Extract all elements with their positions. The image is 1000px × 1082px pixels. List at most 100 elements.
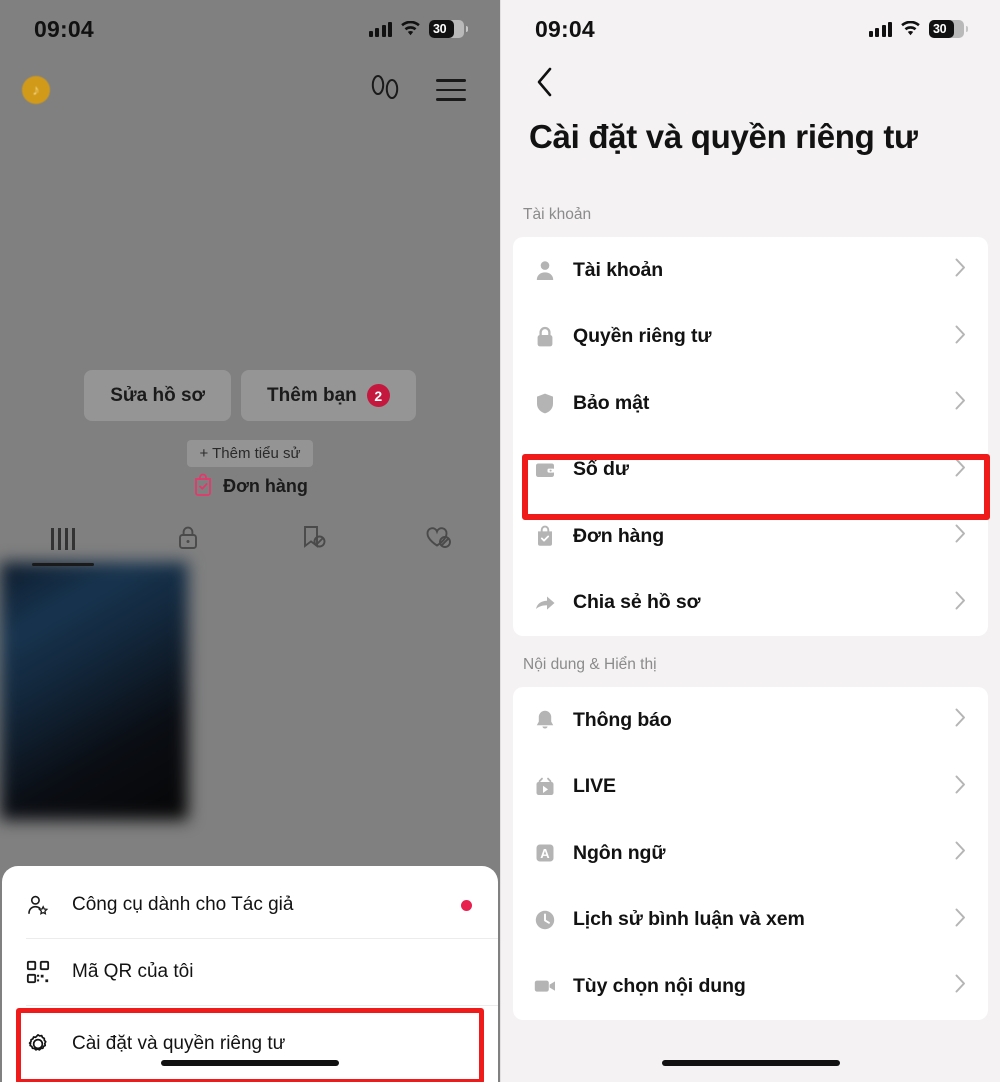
settings-row-privacy[interactable]: Quyền riêng tư bbox=[513, 304, 988, 371]
creator-tools-icon bbox=[26, 893, 50, 917]
status-indicators: 30 bbox=[368, 20, 468, 38]
cellular-signal-icon bbox=[368, 21, 392, 37]
lock-icon bbox=[175, 523, 201, 556]
chevron-right-icon bbox=[955, 908, 966, 932]
status-bar-left: 09:04 30 bbox=[0, 0, 500, 58]
settings-row-label: Tùy chọn nội dung bbox=[573, 974, 746, 997]
settings-card: Thông báo LIVE A Ngôn ngữ Lịch sử bình l… bbox=[513, 687, 988, 1020]
chevron-right-icon bbox=[955, 391, 966, 415]
add-friends-button[interactable]: Thêm bạn 2 bbox=[241, 370, 416, 421]
lock-icon bbox=[533, 325, 557, 349]
add-friends-label: Thêm bạn bbox=[267, 384, 357, 406]
back-button[interactable] bbox=[523, 62, 567, 106]
settings-row-live[interactable]: LIVE bbox=[513, 754, 988, 821]
chevron-right-icon bbox=[955, 524, 966, 548]
hamburger-menu-icon[interactable] bbox=[436, 79, 466, 101]
settings-row-label: Số dư bbox=[573, 458, 629, 481]
settings-row-content-preferences[interactable]: Tùy chọn nội dung bbox=[513, 953, 988, 1020]
edit-profile-label: Sửa hồ sơ bbox=[110, 384, 206, 406]
wifi-icon bbox=[900, 20, 921, 37]
status-time: 09:04 bbox=[535, 15, 595, 42]
right-phone-panel: 09:04 30 Cài đặt và quyền riêng tư Tài k… bbox=[500, 0, 1000, 1082]
add-bio-label: + Thêm tiểu sử bbox=[187, 440, 313, 467]
tiktok-coin-icon[interactable]: ♪ bbox=[22, 76, 50, 104]
add-bio-button[interactable]: + Thêm tiểu sử bbox=[0, 440, 500, 467]
svg-text:A: A bbox=[540, 846, 550, 861]
video-camera-icon bbox=[533, 974, 557, 998]
active-tab-underline bbox=[31, 563, 94, 566]
settings-row-account[interactable]: Tài khoản bbox=[513, 237, 988, 304]
shopping-bag-icon bbox=[533, 524, 557, 548]
settings-row-orders[interactable]: Đơn hàng bbox=[513, 503, 988, 570]
share-arrow-icon bbox=[533, 591, 557, 615]
wifi-icon bbox=[400, 20, 421, 37]
settings-row-label: Đơn hàng bbox=[573, 524, 665, 547]
saved-tab[interactable] bbox=[250, 512, 375, 566]
shield-icon bbox=[533, 391, 557, 415]
settings-row-label: Quyền riêng tư bbox=[573, 325, 712, 348]
status-indicators: 30 bbox=[868, 20, 968, 38]
bell-icon bbox=[533, 708, 557, 732]
profile-tab-bar bbox=[0, 512, 500, 566]
video-thumbnail[interactable] bbox=[0, 562, 188, 820]
settings-row-comment-watch-history[interactable]: Lịch sử bình luận và xem bbox=[513, 887, 988, 954]
home-indicator-right bbox=[661, 1060, 840, 1066]
sheet-item-label: Mã QR của tôi bbox=[72, 961, 194, 982]
section-label: Tài khoản bbox=[523, 206, 592, 223]
battery-percent: 30 bbox=[433, 22, 447, 36]
profile-topbar: ♪ bbox=[0, 62, 500, 118]
sheet-item-qr-code[interactable]: Mã QR của tôi bbox=[2, 939, 498, 1005]
settings-row-label: Thông báo bbox=[573, 708, 672, 731]
chevron-right-icon bbox=[955, 708, 966, 732]
cellular-signal-icon bbox=[868, 21, 892, 37]
grid-icon bbox=[50, 528, 75, 550]
profile-action-row: Sửa hồ sơ Thêm bạn 2 bbox=[0, 370, 500, 421]
posts-tab[interactable] bbox=[0, 512, 125, 566]
chevron-right-icon bbox=[955, 258, 966, 282]
sheet-item-label: Cài đặt và quyền riêng tư bbox=[72, 1033, 286, 1054]
sheet-item-settings-privacy[interactable]: Cài đặt và quyền riêng tư bbox=[2, 1006, 498, 1082]
footsteps-icon[interactable] bbox=[368, 73, 402, 108]
section-label: Nội dung & Hiển thị bbox=[523, 656, 657, 673]
settings-section-content-display: Nội dung & Hiển thị Thông báo LIVE A Ngô… bbox=[501, 656, 1000, 1020]
gear-icon bbox=[26, 1032, 50, 1056]
settings-row-label: Lịch sử bình luận và xem bbox=[573, 908, 805, 931]
orders-label: Đơn hàng bbox=[223, 476, 308, 496]
battery-icon: 30 bbox=[929, 20, 968, 38]
clock-icon bbox=[533, 908, 557, 932]
settings-row-notifications[interactable]: Thông báo bbox=[513, 687, 988, 754]
settings-row-balance[interactable]: Số dư bbox=[513, 437, 988, 504]
settings-row-label: Bảo mật bbox=[573, 391, 650, 414]
language-icon: A bbox=[533, 841, 557, 865]
liked-tab[interactable] bbox=[375, 512, 500, 566]
settings-row-security[interactable]: Bảo mật bbox=[513, 370, 988, 437]
settings-row-label: Ngôn ngữ bbox=[573, 841, 666, 864]
chevron-right-icon bbox=[955, 775, 966, 799]
sheet-item-label: Công cụ dành cho Tác giả bbox=[72, 894, 294, 915]
bookmark-hidden-icon bbox=[298, 523, 328, 556]
dual-phone-screenshot: 09:04 30 ♪ Sửa hồ sơ Thêm bạn 2 + Thêm t… bbox=[0, 0, 1000, 1082]
edit-profile-button[interactable]: Sửa hồ sơ bbox=[84, 370, 232, 421]
sheet-item-creator-tools[interactable]: Công cụ dành cho Tác giả bbox=[2, 872, 498, 938]
wallet-icon bbox=[533, 458, 557, 482]
chevron-right-icon bbox=[955, 591, 966, 615]
chevron-right-icon bbox=[955, 325, 966, 349]
chevron-right-icon bbox=[955, 841, 966, 865]
private-tab[interactable] bbox=[125, 512, 250, 566]
left-phone-panel: 09:04 30 ♪ Sửa hồ sơ Thêm bạn 2 + Thêm t… bbox=[0, 0, 500, 1082]
profile-bottom-sheet: Công cụ dành cho Tác giả Mã QR của tôi C… bbox=[2, 866, 498, 1082]
settings-row-label: Chia sẻ hồ sơ bbox=[573, 591, 701, 614]
settings-row-language[interactable]: A Ngôn ngữ bbox=[513, 820, 988, 887]
settings-row-label: LIVE bbox=[573, 775, 616, 798]
settings-row-share-profile[interactable]: Chia sẻ hồ sơ bbox=[513, 570, 988, 637]
page-title: Cài đặt và quyền riêng tư bbox=[529, 118, 918, 155]
shopping-bag-icon bbox=[192, 472, 214, 501]
person-icon bbox=[533, 258, 557, 282]
settings-sections: Tài khoản Tài khoản Quyền riêng tư Bảo m… bbox=[501, 206, 1000, 1082]
qr-code-icon bbox=[26, 960, 50, 984]
settings-row-label: Tài khoản bbox=[573, 258, 664, 281]
orders-link[interactable]: Đơn hàng bbox=[0, 472, 500, 501]
notification-dot bbox=[461, 899, 472, 911]
settings-section-account: Tài khoản Tài khoản Quyền riêng tư Bảo m… bbox=[501, 206, 1000, 636]
chevron-right-icon bbox=[955, 974, 966, 998]
